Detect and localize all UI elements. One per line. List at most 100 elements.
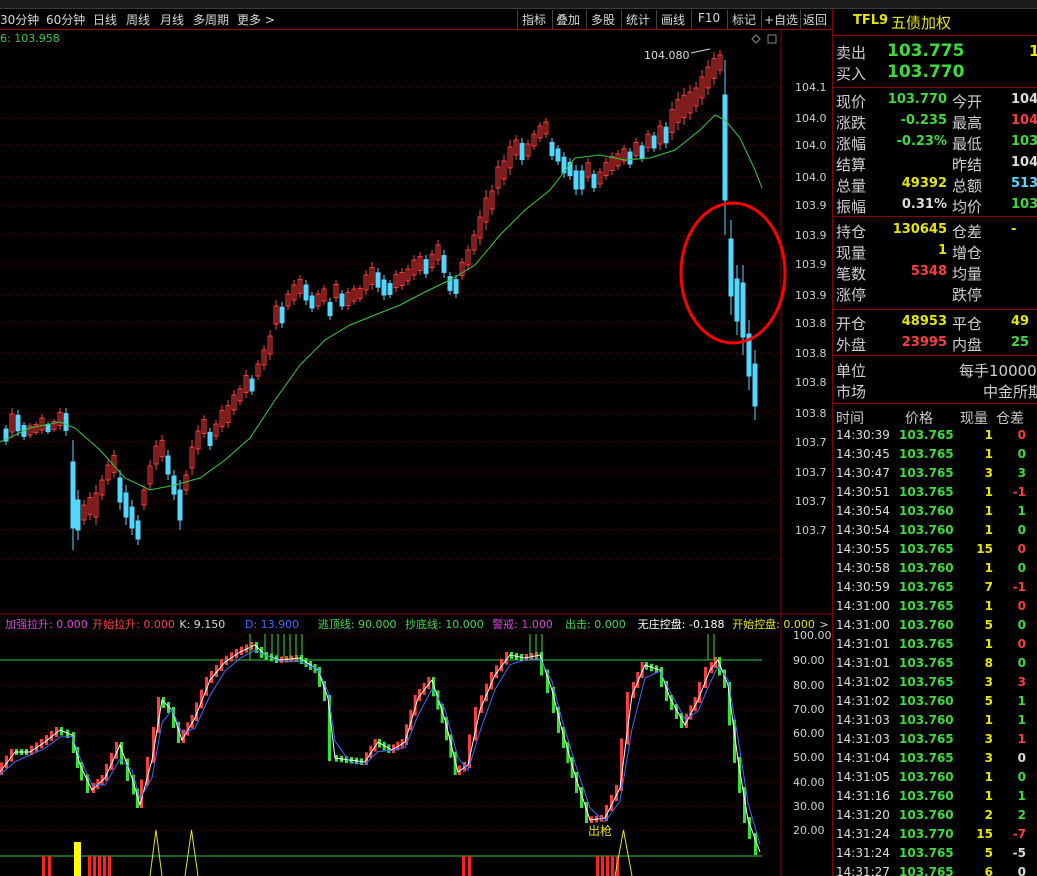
quote-label: 内盘 <box>952 336 983 354</box>
signal-bar <box>48 856 51 876</box>
price-tick-label: 103.8 <box>795 317 827 330</box>
quote-value: 1 <box>937 243 947 258</box>
market-label: 市场 <box>836 383 867 401</box>
quote-value: 23995 <box>901 335 947 350</box>
candle-body <box>423 259 429 274</box>
period-week[interactable]: 周线 <box>126 11 150 28</box>
candle-body <box>591 173 597 189</box>
period-more[interactable]: 更多 > <box>237 11 275 28</box>
stats-button[interactable]: 统计 <box>626 11 650 28</box>
tick-row[interactable]: 14:31:03 103.765 3 1 <box>833 730 1037 749</box>
tick-row[interactable]: 14:30:54 103.760 1 0 <box>833 521 1037 540</box>
candle-body <box>123 492 129 518</box>
tick-volume: 5 <box>984 846 993 860</box>
indicator-button[interactable]: 指标 <box>522 11 546 28</box>
diamond-icon[interactable] <box>751 34 761 44</box>
period-60min[interactable]: 60分钟 <box>46 11 85 28</box>
tick-volume: 1 <box>984 523 993 537</box>
legend-item: 加强拉升: 0.000 <box>5 617 88 631</box>
tick-row[interactable]: 14:31:00 103.760 5 0 <box>833 616 1037 635</box>
quote-value: 104. <box>1011 155 1037 170</box>
period-30min[interactable]: 30分钟 <box>0 11 39 28</box>
signal-label: 出枪 <box>588 823 612 838</box>
add-watchlist-button[interactable]: +自选 <box>764 11 798 28</box>
mark-button[interactable]: 标记 <box>732 11 756 28</box>
symbol-name: 五债加权 <box>891 14 952 32</box>
tick-row[interactable]: 14:31:01 103.765 8 0 <box>833 654 1037 673</box>
candle-body <box>327 301 333 317</box>
toolbar-divider <box>517 10 518 29</box>
divider <box>833 403 1037 404</box>
quote-label: 现价 <box>836 93 867 111</box>
tick-row[interactable]: 14:30:51 103.765 1 -1 <box>833 483 1037 502</box>
quote-value: 49392 <box>901 176 947 191</box>
toolbar-divider <box>691 10 692 29</box>
tick-time: 14:31:03 <box>836 713 890 727</box>
window-controls <box>751 34 777 44</box>
restore-icon[interactable] <box>767 34 777 44</box>
tick-row[interactable]: 14:30:45 103.765 1 0 <box>833 445 1037 464</box>
quote-label: 振幅 <box>836 198 867 216</box>
draw-line-button[interactable]: 画线 <box>661 11 685 28</box>
tick-oi: 1 <box>1017 789 1026 803</box>
tick-row[interactable]: 14:31:02 103.765 3 3 <box>833 673 1037 692</box>
tick-row[interactable]: 14:31:03 103.760 1 1 <box>833 711 1037 730</box>
legend-item: 出击: 0.000 <box>565 617 626 631</box>
tick-row[interactable]: 14:31:05 103.760 1 0 <box>833 768 1037 787</box>
candle-body <box>573 170 579 190</box>
tick-row[interactable]: 14:30:59 103.765 7 -1 <box>833 578 1037 597</box>
period-day[interactable]: 日线 <box>93 11 117 28</box>
tick-row[interactable]: 14:30:58 103.760 1 0 <box>833 559 1037 578</box>
tick-oi: -5 <box>1012 846 1026 860</box>
period-month[interactable]: 月线 <box>160 11 184 28</box>
tick-volume: 6 <box>984 865 993 876</box>
tick-row[interactable]: 14:31:24 103.770 15 -7 <box>833 825 1037 844</box>
tick-row[interactable]: 14:30:55 103.765 15 0 <box>833 540 1037 559</box>
candle-body <box>375 272 381 288</box>
overlay-button[interactable]: 叠加 <box>556 11 580 28</box>
tick-row[interactable]: 14:30:39 103.765 1 0 <box>833 426 1037 445</box>
multi-stock-button[interactable]: 多股 <box>591 11 615 28</box>
quote-label: 涨幅 <box>836 135 867 153</box>
candle-body <box>752 363 758 407</box>
tick-volume: 5 <box>984 694 993 708</box>
period-multi[interactable]: 多周期 <box>193 11 229 28</box>
quote-label: 最低 <box>952 135 983 153</box>
tick-row[interactable]: 14:31:00 103.765 1 0 <box>833 597 1037 616</box>
tick-row[interactable]: 14:30:54 103.760 1 1 <box>833 502 1037 521</box>
tick-row[interactable]: 14:31:02 103.760 5 1 <box>833 692 1037 711</box>
back-button[interactable]: 返回 <box>803 11 827 28</box>
symbol-code: TFL9 <box>853 13 889 28</box>
tick-oi: -1 <box>1012 485 1026 499</box>
tick-row[interactable]: 14:31:20 103.760 2 2 <box>833 806 1037 825</box>
chart-area[interactable]: 6: 103.958 104.080 104.1 104.0 104.0 104.0 1… <box>0 30 832 876</box>
signal-bar <box>98 856 101 876</box>
tick-row[interactable]: 14:31:27 103.765 6 0 <box>833 863 1037 876</box>
legend-item: 无庄控盘: -0.188 <box>638 617 725 631</box>
tick-time: 14:31:01 <box>836 637 890 651</box>
price-tick-label: 103.7 <box>795 436 827 449</box>
tick-volume: 7 <box>984 580 993 594</box>
tick-price: 103.760 <box>899 694 954 708</box>
quote-label: 今开 <box>952 93 983 111</box>
indicator-tick-label: 100.00 <box>793 629 832 642</box>
tick-oi: -7 <box>1012 827 1026 841</box>
tick-price: 103.765 <box>899 466 954 480</box>
quote-value: 0.31% <box>901 197 947 212</box>
price-chart-svg[interactable]: 6: 103.958 104.080 104.1104.0104.0104.01… <box>0 30 832 876</box>
tick-row[interactable]: 14:31:04 103.765 3 0 <box>833 749 1037 768</box>
tick-oi: 0 <box>1017 770 1026 784</box>
price-axis-labels: 104.1 104.0 104.0 104.0 103.9 103.9 103.9 103.9… <box>795 81 827 537</box>
tick-row[interactable]: 14:30:47 103.765 3 3 <box>833 464 1037 483</box>
tick-oi: 0 <box>1017 599 1026 613</box>
legend-item: 警戒: 1.000 <box>492 617 553 631</box>
tick-row[interactable]: 14:31:01 103.765 1 0 <box>833 635 1037 654</box>
sell-price: 103.775 <box>887 41 965 61</box>
tick-row[interactable]: 14:31:16 103.760 1 1 <box>833 787 1037 806</box>
tick-time: 14:31:20 <box>836 808 890 822</box>
candle-body <box>207 431 213 447</box>
tick-header-time: 时间 <box>836 411 864 427</box>
tick-row[interactable]: 14:31:24 103.765 5 -5 <box>833 844 1037 863</box>
tick-oi: 0 <box>1017 751 1026 765</box>
f10-button[interactable]: F10 <box>698 11 720 25</box>
